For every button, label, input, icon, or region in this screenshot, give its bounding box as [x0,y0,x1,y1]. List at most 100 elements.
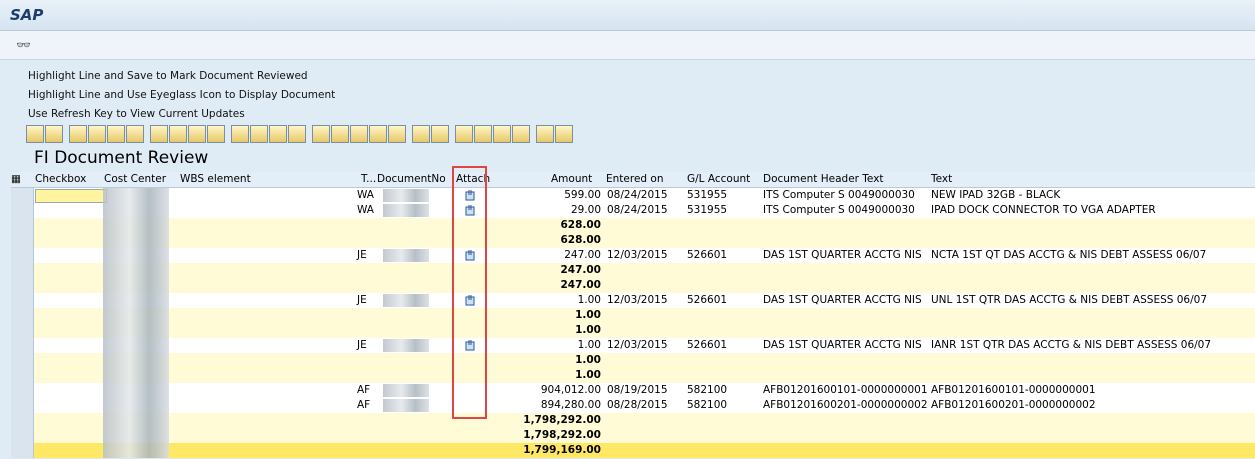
cost-center-value [103,413,169,428]
alv-toolbar-button[interactable] [269,125,287,143]
row-selector[interactable] [11,293,34,308]
table-row[interactable]: 1,799,169.00 [11,443,1255,459]
gl-account-cell: 582100 [687,384,728,396]
row-selector[interactable] [11,353,34,368]
alv-toolbar-button[interactable] [26,125,44,143]
table-row[interactable]: JE 247.00 12/03/2015 526601 DAS 1ST QUARTER … [11,248,1255,264]
alv-toolbar-button[interactable] [431,125,449,143]
col-type[interactable]: T... [361,173,376,185]
row-selector[interactable] [11,308,34,323]
row-selector[interactable] [11,368,34,383]
table-row[interactable]: WA 599.00 08/24/2015 531955 ITS Computer S 0… [11,188,1255,204]
document-number-value[interactable] [383,204,429,217]
col-wbs[interactable]: WBS element [180,173,251,185]
col-checkbox[interactable]: Checkbox [35,173,86,185]
table-row[interactable]: 628.00 [11,218,1255,234]
alv-toolbar-button[interactable] [455,125,473,143]
entered-on-cell: 12/03/2015 [607,249,668,261]
row-selector[interactable] [11,338,34,353]
table-row[interactable]: 1.00 [11,353,1255,369]
col-gl[interactable]: G/L Account [687,173,750,185]
table-row[interactable]: AF 904,012.00 08/19/2015 582100 AFB012016001… [11,383,1255,399]
alv-toolbar-button[interactable] [555,125,573,143]
type-cell: AF [357,399,371,411]
alv-toolbar-button[interactable] [474,125,492,143]
document-number-value[interactable] [383,384,429,397]
header-text-cell: DAS 1ST QUARTER ACCTG NIS [763,249,922,261]
row-selector[interactable] [11,188,34,203]
document-number-value[interactable] [383,249,429,262]
table-row[interactable]: 247.00 [11,278,1255,294]
cost-center-value [103,293,169,308]
header-text-cell: ITS Computer S 0049000030 [763,204,915,216]
table-row[interactable]: JE 1.00 12/03/2015 526601 DAS 1ST QUARTER AC… [11,293,1255,309]
alv-toolbar-button[interactable] [169,125,187,143]
alv-toolbar-button[interactable] [45,125,63,143]
document-number-value[interactable] [383,189,429,202]
grand-total-amount: 1,799,169.00 [523,444,601,456]
document-number-value[interactable] [383,399,429,412]
toolbar-separator [450,125,454,145]
alv-toolbar-button[interactable] [350,125,368,143]
table-row[interactable]: 1,798,292.00 [11,413,1255,429]
row-selector[interactable] [11,233,34,248]
table-row[interactable]: WA 29.00 08/24/2015 531955 ITS Computer S 00… [11,203,1255,219]
row-selector[interactable] [11,278,34,293]
entered-on-cell: 12/03/2015 [607,294,668,306]
cost-center-value [103,443,169,458]
col-docno[interactable]: DocumentNo [377,173,446,185]
document-number-value[interactable] [383,339,429,352]
table-row[interactable]: 247.00 [11,263,1255,279]
alv-toolbar-button[interactable] [69,125,87,143]
alv-toolbar-button[interactable] [512,125,530,143]
cost-center-value [103,308,169,323]
checkbox-input[interactable] [35,189,107,203]
amount-cell: 894,280.00 [540,399,601,411]
table-row[interactable]: 1.00 [11,308,1255,324]
row-selector[interactable] [11,203,34,218]
row-selector[interactable] [11,383,34,398]
row-selector[interactable] [11,248,34,263]
alv-toolbar-button[interactable] [288,125,306,143]
table-row[interactable]: 1,798,292.00 [11,428,1255,444]
table-row[interactable]: JE 1.00 12/03/2015 526601 DAS 1ST QUARTER AC… [11,338,1255,354]
table-row[interactable]: 1.00 [11,323,1255,339]
col-cost-center[interactable]: Cost Center [104,173,166,185]
row-selector[interactable] [11,443,34,458]
title-bar: SAP [0,0,1255,31]
alv-toolbar-button[interactable] [250,125,268,143]
alv-toolbar-button[interactable] [493,125,511,143]
row-selector[interactable] [11,413,34,428]
row-selector[interactable] [11,263,34,278]
col-amount[interactable]: Amount [551,173,592,185]
select-all-icon[interactable]: ▦ [11,173,21,185]
alv-toolbar-button[interactable] [388,125,406,143]
alv-toolbar-button[interactable] [207,125,225,143]
document-number-value[interactable] [383,294,429,307]
table-row[interactable]: 1.00 [11,368,1255,384]
alv-toolbar-button[interactable] [188,125,206,143]
alv-toolbar-button[interactable] [536,125,554,143]
alv-toolbar-button[interactable] [369,125,387,143]
row-selector[interactable] [11,428,34,443]
alv-toolbar-button[interactable] [231,125,249,143]
alv-toolbar-button[interactable] [88,125,106,143]
col-text[interactable]: Text [931,173,952,185]
alv-toolbar-button[interactable] [126,125,144,143]
subtotal-amount: 1,798,292.00 [523,429,601,441]
text-cell: UNL 1ST QTR DAS ACCTG & NIS DEBT ASSESS … [931,294,1207,306]
eyeglass-icon[interactable]: 👓 [16,38,31,52]
col-entered[interactable]: Entered on [606,173,664,185]
row-selector[interactable] [11,218,34,233]
table-row[interactable]: 628.00 [11,233,1255,249]
alv-toolbar-button[interactable] [312,125,330,143]
row-selector[interactable] [11,398,34,413]
alv-toolbar-button[interactable] [331,125,349,143]
alv-toolbar-button[interactable] [150,125,168,143]
alv-toolbar-button[interactable] [107,125,125,143]
hint-line-2: Highlight Line and Use Eyeglass Icon to … [28,89,336,101]
table-row[interactable]: AF 894,280.00 08/28/2015 582100 AFB012016002… [11,398,1255,414]
col-header-text[interactable]: Document Header Text [763,173,884,185]
row-selector[interactable] [11,323,34,338]
alv-toolbar-button[interactable] [412,125,430,143]
